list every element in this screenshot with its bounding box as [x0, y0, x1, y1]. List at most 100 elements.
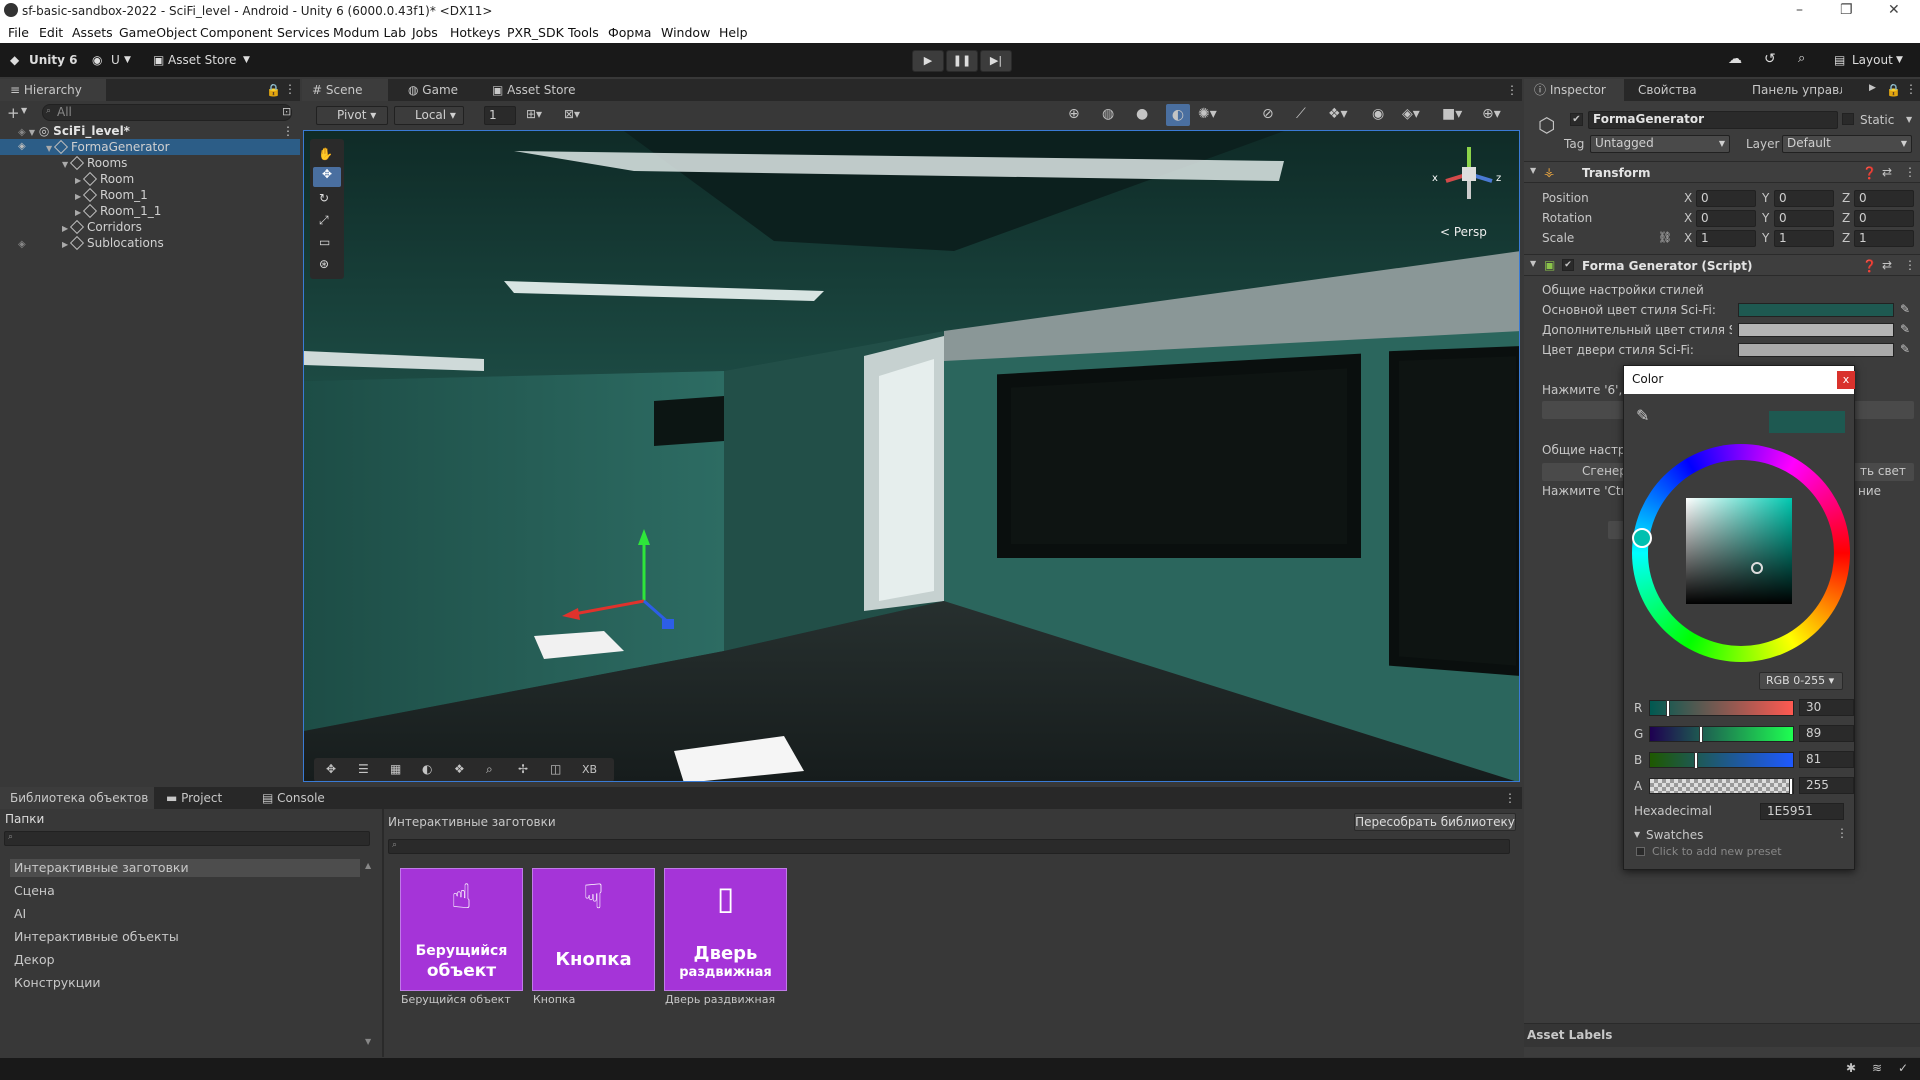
- navmesh-icon[interactable]: ◐: [422, 762, 432, 776]
- add-preset-label[interactable]: Click to add new preset: [1652, 845, 1782, 858]
- camera-icon[interactable]: ◫: [550, 762, 561, 776]
- folder-item-interactive-objects[interactable]: Интерактивные объекты: [14, 929, 179, 944]
- rotation-y-input[interactable]: 0: [1774, 210, 1834, 227]
- eyedropper-icon[interactable]: ✎: [1900, 302, 1910, 316]
- b-slider-knob[interactable]: [1694, 752, 1698, 769]
- camera-icon[interactable]: ■▾: [1442, 106, 1462, 122]
- preset-icon[interactable]: ⇄: [1882, 165, 1892, 179]
- menu-component[interactable]: Component: [200, 25, 273, 40]
- visibility-toggle-icon[interactable]: ◈: [18, 127, 29, 138]
- main-color-swatch[interactable]: [1738, 303, 1894, 317]
- menu-services[interactable]: Services: [277, 25, 330, 40]
- chevron-down-icon[interactable]: ▼: [124, 55, 131, 65]
- caret-down-icon[interactable]: ▼: [1530, 166, 1536, 175]
- rotation-x-input[interactable]: 0: [1696, 210, 1756, 227]
- hex-input[interactable]: 1E5951: [1760, 803, 1844, 820]
- kebab-menu-icon[interactable]: ⋮: [1904, 258, 1916, 272]
- caret-down-icon[interactable]: ▼: [1634, 830, 1640, 839]
- hierarchy-search-input[interactable]: All: [42, 104, 292, 121]
- kebab-menu-icon[interactable]: ⋮: [1836, 826, 1848, 840]
- check-icon[interactable]: ✓: [1898, 1061, 1908, 1075]
- scale-tool-icon[interactable]: ⤢: [319, 213, 329, 228]
- align-icon[interactable]: ☰: [358, 762, 369, 776]
- add-preset-icon[interactable]: [1636, 847, 1645, 856]
- tab-inspector[interactable]: ⓘ Inspector: [1524, 79, 1624, 101]
- lighting-icon[interactable]: ✺▾: [1198, 106, 1217, 122]
- close-window-button[interactable]: ✕: [1888, 2, 1900, 18]
- history-icon[interactable]: ↺: [1764, 51, 1776, 67]
- position-x-input[interactable]: 0: [1696, 190, 1756, 207]
- library-card-sliding-door[interactable]: ▯ Дверь раздвижная: [664, 868, 787, 991]
- shaded-sphere-icon[interactable]: ●: [1136, 106, 1148, 122]
- gizmos-icon[interactable]: ⊕▾: [1482, 106, 1501, 122]
- asset-labels-bar[interactable]: Asset Labels: [1524, 1023, 1920, 1047]
- tab-asset-store[interactable]: ▣ Asset Store: [482, 79, 592, 101]
- layer-dropdown[interactable]: Default ▼: [1782, 135, 1912, 153]
- draw-mode-icon[interactable]: ⊕: [1068, 106, 1080, 122]
- position-z-input[interactable]: 0: [1854, 190, 1914, 207]
- menu-hotkeys[interactable]: Hotkeys: [450, 25, 500, 40]
- play-button[interactable]: ▶: [912, 50, 944, 72]
- lock-icon[interactable]: 🔒: [1886, 83, 1901, 97]
- folder-search-input[interactable]: [4, 831, 370, 846]
- rotation-z-input[interactable]: 0: [1854, 210, 1914, 227]
- b-value-input[interactable]: 81: [1799, 751, 1854, 768]
- active-checkbox[interactable]: ✔: [1570, 113, 1583, 126]
- chevron-down-icon[interactable]: ▼: [1896, 55, 1903, 65]
- door-color-swatch[interactable]: [1738, 343, 1894, 357]
- transform-tool-icon[interactable]: ⊛: [319, 257, 329, 271]
- xb-button[interactable]: XB: [582, 763, 597, 776]
- tree-item-room-1-1[interactable]: ▶ Room_1_1: [75, 203, 161, 219]
- tab-project[interactable]: ▬ Project: [156, 787, 236, 809]
- tab-scene[interactable]: # Scene: [302, 79, 388, 101]
- g-slider-knob[interactable]: [1699, 726, 1703, 743]
- kebab-menu-icon[interactable]: ⋮: [1904, 165, 1916, 179]
- tree-item-room-1[interactable]: ▶ Room_1: [75, 187, 148, 203]
- local-dropdown[interactable]: Local ▾: [394, 106, 464, 125]
- orientation-gizmo[interactable]: x z: [1432, 139, 1504, 209]
- hierarchy-scene-row[interactable]: ◈ ▼ ◎ SciFi_level* ⋮: [18, 123, 300, 139]
- kebab-menu-icon[interactable]: ⋮: [1905, 82, 1917, 96]
- account-icon[interactable]: ◉: [92, 53, 102, 67]
- minimize-button[interactable]: –: [1796, 2, 1803, 18]
- move-tool-icon[interactable]: ✥: [313, 167, 341, 187]
- tree-item-sublocations[interactable]: ◈ ▶ Sublocations: [18, 235, 300, 251]
- visibility-toggle-icon[interactable]: ◈: [18, 239, 26, 250]
- menu-forma[interactable]: Форма: [608, 25, 651, 40]
- tree-item-formagenerator[interactable]: ◈ ▼ FormaGenerator: [0, 139, 300, 155]
- help-icon[interactable]: ❓: [1862, 166, 1877, 180]
- scale-y-input[interactable]: 1: [1774, 230, 1834, 247]
- menu-help[interactable]: Help: [719, 25, 748, 40]
- chevron-down-icon[interactable]: ▼: [21, 106, 27, 115]
- folder-item-scene[interactable]: Сцена: [14, 883, 55, 898]
- tab-game[interactable]: ◍ Game: [398, 79, 468, 101]
- maximize-button[interactable]: ❐: [1840, 2, 1853, 18]
- tree-item-room[interactable]: ▶ Room: [75, 171, 134, 187]
- chevron-down-icon[interactable]: ▼: [243, 55, 250, 65]
- eye-icon[interactable]: ◉: [1372, 106, 1384, 122]
- a-value-input[interactable]: 255: [1799, 777, 1854, 794]
- script-enabled-checkbox[interactable]: ✔: [1562, 259, 1574, 271]
- folder-item-decor[interactable]: Декор: [14, 952, 55, 967]
- kebab-menu-icon[interactable]: ⋮: [1504, 791, 1516, 805]
- audio-mute-icon[interactable]: ⊘: [1262, 106, 1274, 122]
- object-name-input[interactable]: FormaGenerator: [1588, 111, 1838, 129]
- caret-right-icon[interactable]: ▶: [62, 237, 72, 253]
- static-checkbox[interactable]: [1842, 113, 1854, 125]
- chevron-right-icon[interactable]: ▶: [1869, 83, 1876, 93]
- r-slider-knob[interactable]: [1666, 700, 1670, 717]
- perspective-label[interactable]: < Persp: [1440, 225, 1487, 239]
- layout-button[interactable]: Layout: [1852, 53, 1893, 67]
- pause-button[interactable]: ❚❚: [946, 50, 978, 72]
- g-slider[interactable]: [1649, 726, 1794, 743]
- hand-tool-icon[interactable]: ✋: [318, 147, 333, 161]
- rotate-tool-icon[interactable]: ↻: [319, 191, 329, 205]
- r-value-input[interactable]: 30: [1799, 699, 1854, 716]
- kebab-menu-icon[interactable]: ⋮: [282, 123, 294, 139]
- layers-icon[interactable]: ≋: [1872, 1061, 1882, 1075]
- g-value-input[interactable]: 89: [1799, 725, 1854, 742]
- menu-modum-lab[interactable]: Modum Lab: [333, 25, 406, 40]
- menu-edit[interactable]: Edit: [39, 25, 63, 40]
- saturation-value-square[interactable]: [1686, 498, 1792, 604]
- add-icon[interactable]: +: [7, 104, 20, 122]
